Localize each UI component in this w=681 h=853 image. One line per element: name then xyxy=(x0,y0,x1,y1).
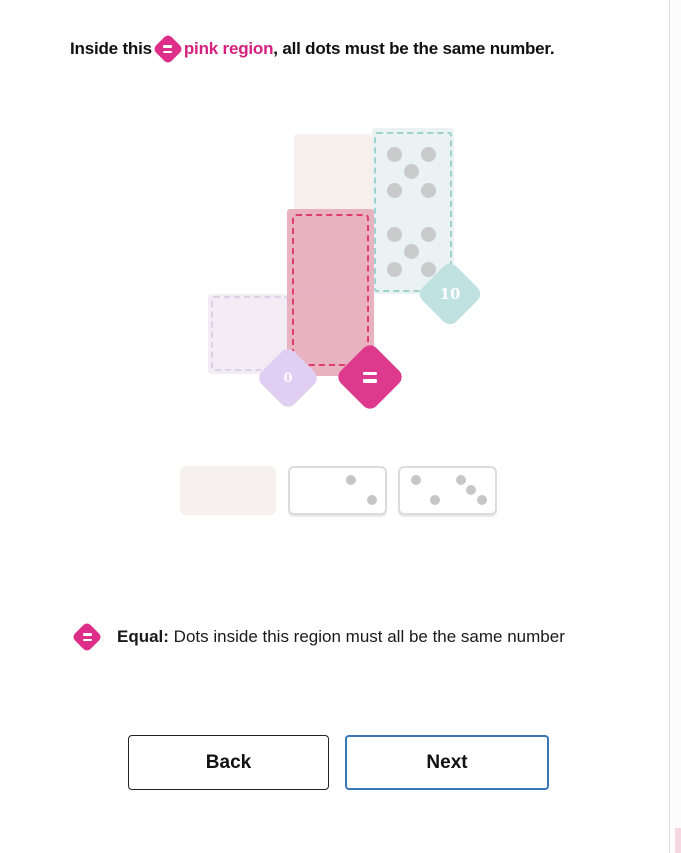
pip xyxy=(387,227,402,242)
empty-cell-top[interactable] xyxy=(294,134,372,210)
pip xyxy=(430,495,440,505)
pip xyxy=(387,183,402,198)
legend-text: Equal: Dots inside this region must all … xyxy=(117,627,565,647)
legend-term: Equal: xyxy=(117,627,169,646)
pip xyxy=(477,495,487,505)
region-equal xyxy=(292,214,369,366)
pip xyxy=(421,227,436,242)
legend-row: Equal: Dots inside this region must all … xyxy=(70,621,565,653)
tray-domino[interactable] xyxy=(398,466,497,515)
pip xyxy=(466,485,476,495)
next-button[interactable]: Next xyxy=(345,735,549,790)
pip xyxy=(421,183,436,198)
pip xyxy=(387,262,402,277)
region-sum-ten-label: 10 xyxy=(439,285,461,303)
legend-description: Dots inside this region must all be the … xyxy=(168,627,565,646)
tray-domino[interactable] xyxy=(288,466,387,515)
pip xyxy=(411,475,421,485)
corner-tint xyxy=(675,828,681,853)
pip xyxy=(404,164,419,179)
back-button[interactable]: Back xyxy=(128,735,329,790)
equal-badge-icon xyxy=(70,621,104,653)
pip xyxy=(367,495,377,505)
pip xyxy=(421,147,436,162)
pip xyxy=(404,244,419,259)
equal-icon xyxy=(345,352,395,402)
region-sum-zero-label: 0 xyxy=(283,370,293,386)
tray-domino-placeholder xyxy=(180,466,276,515)
pip xyxy=(346,475,356,485)
puzzle-board: 10 0 xyxy=(0,0,681,600)
pip xyxy=(456,475,466,485)
pip xyxy=(387,147,402,162)
